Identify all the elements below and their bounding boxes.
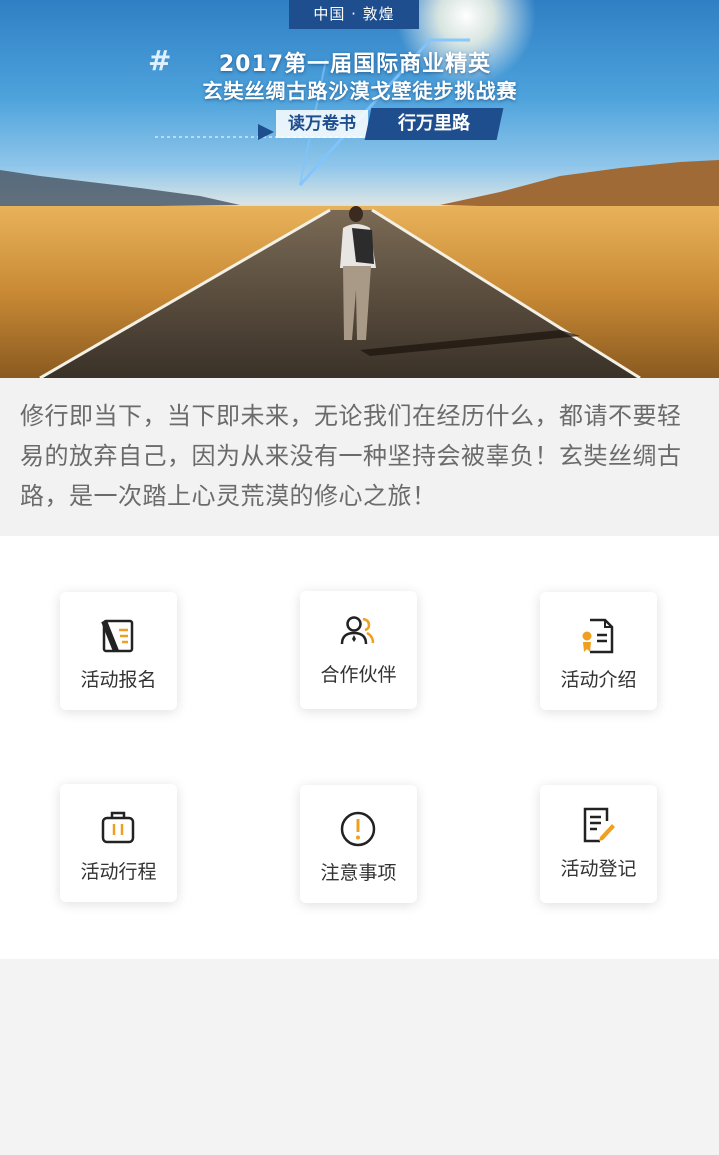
luggage-icon	[101, 811, 135, 844]
menu-item-label: 合作伙伴	[320, 664, 397, 686]
intro-section: 修行即当下，当下即未来，无论我们在经历什么，都请不要轻易的放弃自己，因为从来没有…	[0, 378, 719, 536]
slogan-read: 读万卷书	[276, 110, 368, 138]
signup-icon	[101, 619, 134, 653]
menu-item-label: 注意事项	[320, 862, 397, 884]
menu-item-introduction[interactable]: 活动介绍	[540, 592, 657, 710]
partners-icon	[340, 616, 375, 645]
page-bottom-area	[0, 959, 719, 1155]
warning-icon	[340, 811, 376, 847]
banner-title-line2: 玄奘丝绸古路沙漠戈壁徒步挑战赛	[202, 79, 518, 103]
menu-item-itinerary[interactable]: 活动行程	[60, 784, 177, 902]
menu-item-register[interactable]: 活动登记	[540, 785, 657, 903]
menu-item-partners[interactable]: 合作伙伴	[300, 591, 417, 709]
menu-grid: 活动报名 合作伙伴 活动介绍 活动行程 注意事项 活动登记	[0, 536, 719, 959]
menu-item-signup[interactable]: 活动报名	[60, 592, 177, 710]
slogan-travel-text: 行万里路	[398, 113, 470, 134]
menu-item-label: 活动报名	[80, 669, 157, 691]
menu-item-notes[interactable]: 注意事项	[300, 785, 417, 903]
banner-title-line1: 2017第一届国际商业精英	[218, 52, 492, 77]
register-icon	[583, 807, 615, 843]
menu-item-label: 活动介绍	[560, 669, 637, 691]
hash-mark: #	[148, 44, 172, 77]
slogan-travel: 行万里路	[364, 108, 504, 140]
document-icon	[582, 618, 614, 654]
hero-banner: 中国 · 敦煌 # 2017第一届国际商业精英 玄奘丝绸古路沙漠戈壁徒步挑战赛 …	[0, 0, 719, 378]
menu-item-label: 活动行程	[80, 861, 157, 883]
menu-item-label: 活动登记	[560, 858, 637, 880]
intro-text: 修行即当下，当下即未来，无论我们在经历什么，都请不要轻易的放弃自己，因为从来没有…	[20, 402, 682, 510]
location-tag: 中国 · 敦煌	[289, 0, 419, 29]
